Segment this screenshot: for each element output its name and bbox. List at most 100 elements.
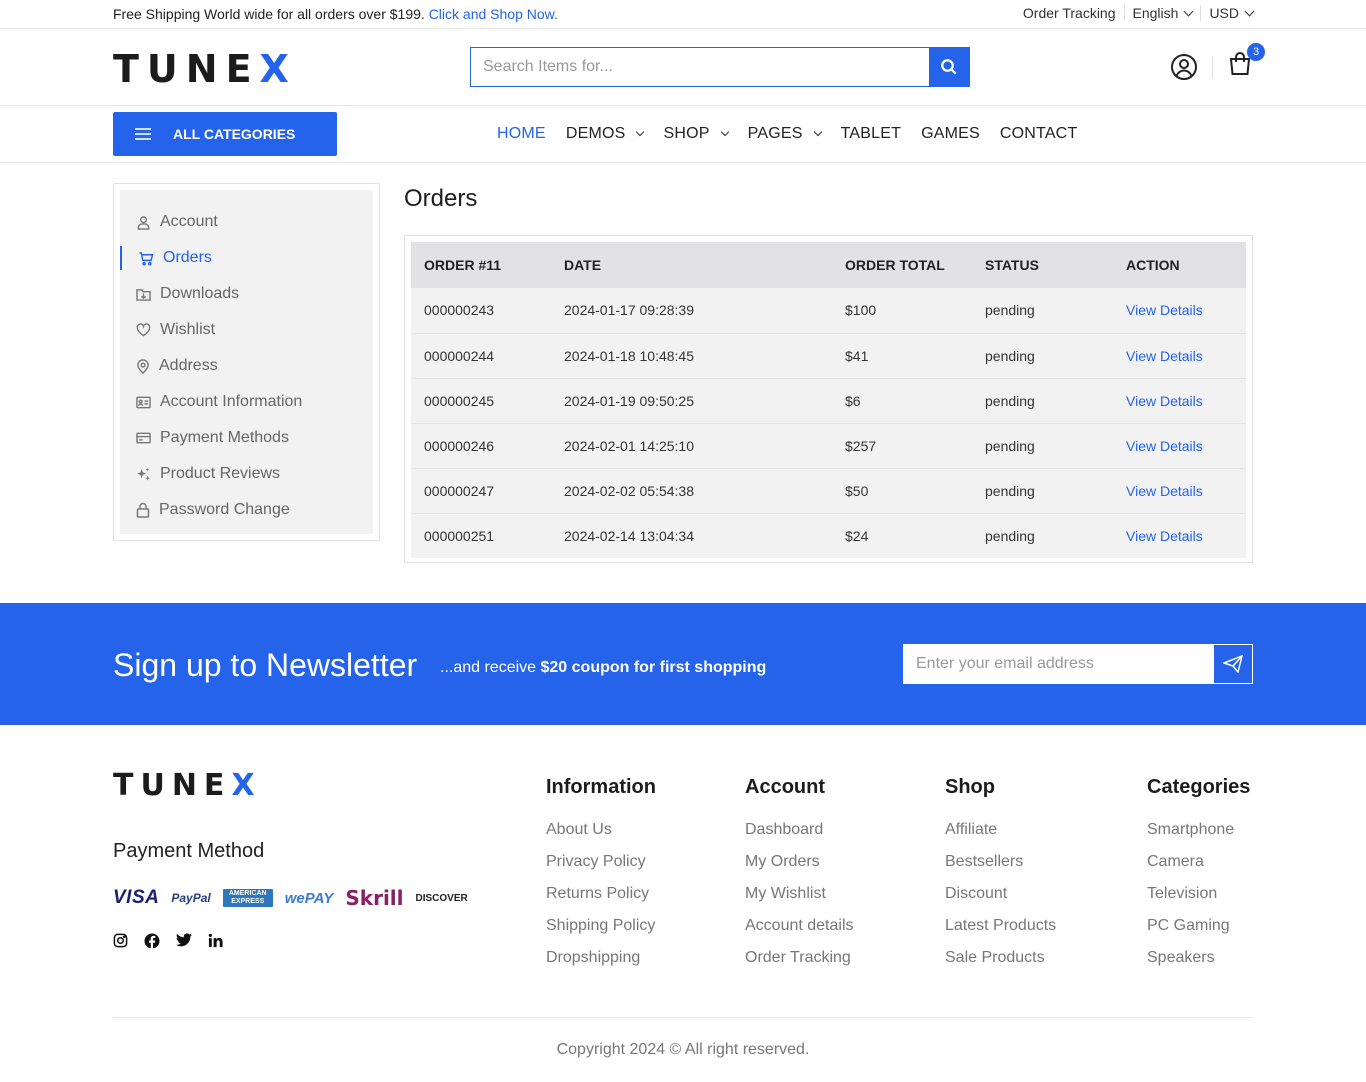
instagram-icon[interactable]	[113, 933, 128, 948]
send-icon	[1223, 655, 1243, 673]
footer-column-title: Account	[745, 776, 825, 798]
footer-link[interactable]: About Us	[546, 821, 656, 853]
footer-link[interactable]: Bestsellers	[945, 853, 1056, 885]
nav-label: CONTACT	[999, 125, 1078, 142]
footer-link[interactable]: Latest Products	[945, 917, 1056, 949]
discover-logo: DISCOVER	[415, 892, 468, 904]
skrill-logo: Skrill	[345, 886, 404, 910]
footer-link[interactable]: PC Gaming	[1147, 917, 1250, 949]
table-row: 000000243 2024-01-17 09:28:39 $100 pendi…	[411, 288, 1246, 333]
cart-button[interactable]: 3	[1227, 43, 1265, 82]
download-folder-icon	[136, 289, 151, 301]
footer-link[interactable]: Speakers	[1147, 949, 1250, 981]
view-details-link[interactable]: View Details	[1113, 332, 1246, 378]
cart-icon	[139, 251, 154, 265]
sidebar-item-account-information[interactable]: Account Information	[120, 384, 373, 420]
view-details-link[interactable]: View Details	[1113, 512, 1246, 558]
column-header: ORDER #11	[411, 242, 551, 288]
wepay-logo: wePAY	[284, 889, 334, 907]
footer-link[interactable]: Account details	[745, 917, 854, 949]
orders-table-container: ORDER #11 DATE ORDER TOTAL STATUS ACTION…	[404, 235, 1253, 563]
footer-column-categories: Categories Smartphone Camera Television …	[1147, 776, 1250, 981]
logo[interactable]: TUNEX	[113, 47, 297, 91]
footer-link[interactable]: My Wishlist	[745, 885, 854, 917]
newsletter-submit-button[interactable]	[1214, 645, 1252, 683]
nav-label: TABLET	[840, 125, 902, 142]
sidebar-item-label: Orders	[163, 249, 212, 266]
order-id: 000000244	[411, 332, 551, 378]
language-select[interactable]: English	[1123, 5, 1201, 21]
nav-item-contact[interactable]: CONTACT	[1000, 125, 1078, 143]
paypal-logo: PayPal	[171, 891, 211, 905]
all-categories-button[interactable]: ALL CATEGORIES	[113, 112, 337, 156]
sidebar-item-address[interactable]: Address	[120, 348, 373, 384]
sidebar-item-downloads[interactable]: Downloads	[120, 276, 373, 312]
nav-item-demos[interactable]: DEMOS	[566, 125, 645, 143]
amex-logo: AMERICAN EXPRESS	[222, 889, 273, 907]
nav-item-shop[interactable]: SHOP	[663, 125, 729, 143]
footer-link[interactable]: Privacy Policy	[546, 853, 656, 885]
logo-accent: X	[231, 768, 262, 803]
nav-item-games[interactable]: GAMES	[921, 125, 980, 143]
footer-link[interactable]: Dashboard	[745, 821, 854, 853]
sidebar-item-label: Payment Methods	[160, 429, 289, 446]
user-account-icon[interactable]	[1170, 53, 1198, 81]
footer-link[interactable]: My Orders	[745, 853, 854, 885]
search-button[interactable]	[929, 48, 969, 86]
column-header: DATE	[551, 242, 832, 288]
view-details-link[interactable]: View Details	[1113, 377, 1246, 423]
footer-link[interactable]: Order Tracking	[745, 949, 854, 981]
newsletter-email-input[interactable]	[904, 645, 1214, 683]
currency-select[interactable]: USD	[1200, 5, 1255, 21]
footer-link[interactable]: Television	[1147, 885, 1250, 917]
all-categories-label: ALL CATEGORIES	[173, 126, 296, 142]
sparkle-icon	[136, 467, 151, 481]
nav-label: SHOP	[663, 125, 710, 142]
nav-item-tablet[interactable]: TABLET	[841, 125, 901, 143]
newsletter-title: Sign up to Newsletter	[113, 647, 418, 683]
logo-accent: X	[259, 47, 297, 91]
footer-link[interactable]: Discount	[945, 885, 1056, 917]
nav-label: HOME	[497, 125, 546, 142]
footer-logo[interactable]: TUNEX	[113, 768, 262, 803]
lock-icon	[136, 502, 150, 518]
order-status: pending	[972, 377, 1113, 423]
footer-link[interactable]: Smartphone	[1147, 821, 1250, 853]
search-input[interactable]	[471, 48, 929, 86]
sidebar-item-product-reviews[interactable]: Product Reviews	[120, 456, 373, 492]
footer-link[interactable]: Returns Policy	[546, 885, 656, 917]
linkedin-icon[interactable]	[208, 933, 223, 948]
order-id: 000000246	[411, 422, 551, 468]
footer-link[interactable]: Camera	[1147, 853, 1250, 885]
footer-link[interactable]: Dropshipping	[546, 949, 656, 981]
shop-now-link[interactable]: Click and Shop Now.	[429, 6, 558, 22]
sidebar-item-orders[interactable]: Orders	[120, 240, 373, 276]
view-details-link[interactable]: View Details	[1113, 422, 1246, 468]
footer-link[interactable]: Sale Products	[945, 949, 1056, 981]
header: TUNEX 3	[0, 29, 1366, 106]
sidebar-item-payment-methods[interactable]: Payment Methods	[120, 420, 373, 456]
menu-icon	[135, 128, 151, 140]
facebook-icon[interactable]	[144, 933, 160, 949]
nav-item-home[interactable]: HOME	[497, 125, 546, 143]
view-details-link[interactable]: View Details	[1113, 288, 1246, 333]
footer-link[interactable]: Shipping Policy	[546, 917, 656, 949]
order-total: $6	[832, 377, 972, 423]
footer-column-title: Information	[546, 776, 656, 798]
sidebar-item-label: Account	[160, 213, 218, 230]
view-details-link[interactable]: View Details	[1113, 467, 1246, 513]
order-tracking-label: Order Tracking	[1022, 5, 1116, 21]
nav-item-pages[interactable]: PAGES	[748, 125, 822, 143]
logo-text: TUNE	[113, 47, 260, 91]
twitter-icon[interactable]	[176, 933, 192, 947]
order-total: $41	[832, 332, 972, 378]
order-date: 2024-02-02 05:54:38	[551, 467, 832, 513]
order-tracking-link[interactable]: Order Tracking	[1015, 5, 1124, 21]
table-row: 000000251 2024-02-14 13:04:34 $24 pendin…	[411, 512, 1246, 558]
footer-link[interactable]: Affiliate	[945, 821, 1056, 853]
chevron-down-icon	[636, 127, 645, 137]
sidebar-item-password-change[interactable]: Password Change	[120, 492, 373, 528]
order-date: 2024-01-17 09:28:39	[564, 302, 694, 319]
sidebar-item-wishlist[interactable]: Wishlist	[120, 312, 373, 348]
sidebar-item-account[interactable]: Account	[120, 204, 373, 240]
